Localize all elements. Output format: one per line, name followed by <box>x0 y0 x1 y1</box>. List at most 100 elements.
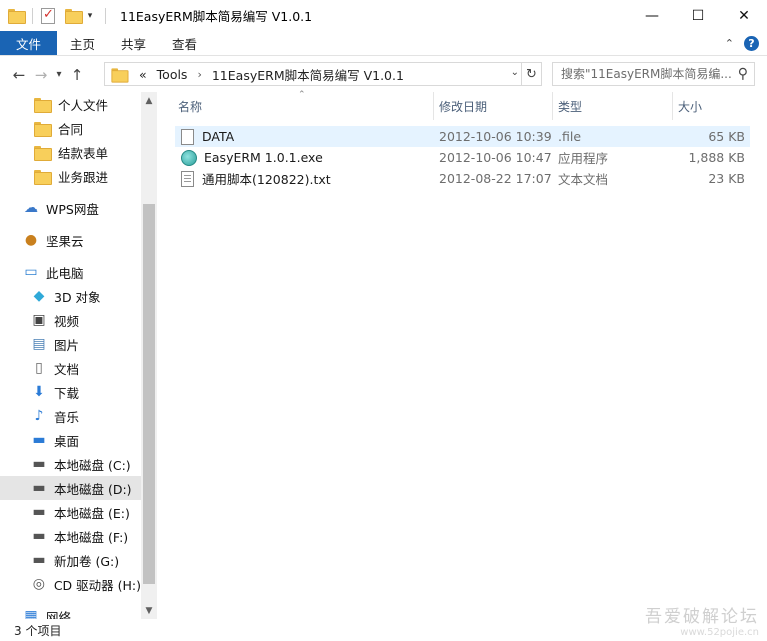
properties-icon[interactable] <box>41 7 55 24</box>
sidebar-item-wps-drive[interactable]: ☁ WPS网盘 <box>0 196 141 220</box>
column-header-name[interactable]: 名称 <box>178 92 428 120</box>
table-row[interactable]: 通用脚本(120822).txt 2012-08-22 17:07 文本文档 2… <box>175 168 750 189</box>
watermark-url: www.52pojie.cn <box>680 627 759 638</box>
folder-icon <box>8 9 26 24</box>
watermark: 吾爱破解论坛 www.52pojie.cn <box>645 607 759 639</box>
chevron-right-icon[interactable]: › <box>197 68 201 81</box>
back-arrow-icon[interactable]: ← <box>8 66 30 84</box>
new-folder-icon[interactable] <box>65 9 83 24</box>
chevron-up-icon[interactable]: ⌃ <box>725 37 734 50</box>
table-row[interactable]: EasyERM 1.0.1.exe 2012-10-06 10:47 应用程序 … <box>175 147 750 168</box>
file-date: 2012-10-06 10:47 <box>439 150 552 165</box>
maximize-button[interactable]: ☐ <box>675 0 721 31</box>
search-input[interactable] <box>561 67 731 81</box>
customize-toolbar-dropdown[interactable]: ▾ <box>83 11 97 21</box>
nut-icon: ● <box>24 232 38 248</box>
tab-view[interactable]: 查看 <box>159 31 210 55</box>
sidebar-item-business-followup[interactable]: 业务跟进 <box>0 164 141 188</box>
sidebar-item-label: WPS网盘 <box>46 201 99 217</box>
file-name: EasyERM 1.0.1.exe <box>204 150 323 165</box>
sidebar-item-videos[interactable]: ▣ 视频 <box>0 308 141 332</box>
sidebar-item-label: 结款表单 <box>58 145 109 161</box>
sidebar-item-label: 此电脑 <box>46 265 84 281</box>
network-icon: ▦ <box>24 608 38 619</box>
scroll-down-icon[interactable]: ▼ <box>141 602 157 619</box>
scroll-up-icon[interactable]: ▲ <box>141 92 157 109</box>
quick-access-toolbar: ▾ <box>0 0 112 31</box>
sidebar-item-label: 合同 <box>58 121 84 137</box>
sidebar-item-desktop[interactable]: ▬ 桌面 <box>0 428 141 452</box>
table-row[interactable]: DATA 2012-10-06 10:39 .file 65 KB <box>175 126 750 147</box>
sidebar-item-label: 网络 <box>46 609 72 620</box>
computer-icon: ▭ <box>24 264 38 280</box>
tab-share[interactable]: 共享 <box>108 31 159 55</box>
sidebar-item-pictures[interactable]: ▤ 图片 <box>0 332 141 356</box>
file-date: 2012-08-22 17:07 <box>439 171 552 186</box>
desktop-icon: ▬ <box>32 432 46 448</box>
sidebar-item-music[interactable]: ♪ 音乐 <box>0 404 141 428</box>
sidebar-item-3d-objects[interactable]: ◆ 3D 对象 <box>0 284 141 308</box>
nav-scrollbar[interactable]: ▲ ▼ <box>141 92 157 619</box>
file-type: .file <box>558 129 582 144</box>
help-icon[interactable]: ? <box>744 35 759 51</box>
file-date: 2012-10-06 10:39 <box>439 129 552 144</box>
recent-locations-dropdown[interactable]: ▾ <box>52 69 66 80</box>
file-type: 文本文档 <box>558 172 609 187</box>
search-box[interactable]: ⚲ <box>552 62 755 86</box>
sidebar-item-label: CD 驱动器 (H:) <box>53 577 141 593</box>
close-button[interactable]: ✕ <box>721 0 767 31</box>
folder-icon <box>34 121 52 137</box>
drive-icon: ▬ <box>32 456 46 472</box>
column-divider[interactable] <box>552 92 553 120</box>
chevron-down-icon[interactable]: ⌄ <box>511 67 519 78</box>
breadcrumb-tools[interactable]: Tools <box>157 67 188 82</box>
sidebar-item-label: 业务跟进 <box>58 169 109 185</box>
refresh-icon[interactable]: ↻ <box>521 63 541 85</box>
window-title: 11EasyERM脚本简易编写 V1.0.1 <box>120 9 313 24</box>
item-count: 3 个项目 <box>14 623 62 638</box>
forward-arrow-icon[interactable]: → <box>30 66 52 84</box>
file-list: ⌃ 名称 修改日期 类型 大小 DATA 2012-10-06 10:39 .f… <box>160 90 767 619</box>
file-name: 通用脚本(120822).txt <box>202 172 331 187</box>
column-header-date[interactable]: 修改日期 <box>439 92 549 120</box>
sidebar-item-jianguoyun[interactable]: ● 坚果云 <box>0 228 141 252</box>
cube-icon: ◆ <box>33 288 45 304</box>
sidebar-item-label: 本地磁盘 (E:) <box>54 505 130 521</box>
minimize-button[interactable]: — <box>629 0 675 31</box>
sidebar-item-contracts[interactable]: 合同 <box>0 116 141 140</box>
drive-icon: ▬ <box>32 528 46 544</box>
sidebar-item-drive-f[interactable]: ▬ 本地磁盘 (F:) <box>0 524 141 548</box>
sidebar-item-downloads[interactable]: ⬇ 下载 <box>0 380 141 404</box>
navigation-bar: ← → ▾ ↑ « Tools › 11EasyERM脚本简易编写 V1.0.1… <box>0 57 767 92</box>
sidebar-item-cd-drive-h[interactable]: ◎ CD 驱动器 (H:) <box>0 572 141 596</box>
search-icon[interactable]: ⚲ <box>738 66 748 82</box>
column-header-type[interactable]: 类型 <box>558 92 668 120</box>
sidebar-item-this-pc[interactable]: ▭ 此电脑 <box>0 260 141 284</box>
column-header-size[interactable]: 大小 <box>678 92 748 120</box>
file-size: 1,888 KB <box>688 150 745 165</box>
sidebar-item-drive-d[interactable]: ▬ 本地磁盘 (D:) <box>0 476 141 500</box>
sidebar-item-label: 音乐 <box>54 409 80 425</box>
address-bar[interactable]: « Tools › 11EasyERM脚本简易编写 V1.0.1 ⌄ ↻ <box>104 62 542 86</box>
sidebar-item-drive-e[interactable]: ▬ 本地磁盘 (E:) <box>0 500 141 524</box>
up-arrow-icon[interactable]: ↑ <box>66 66 88 84</box>
sidebar-item-drive-c[interactable]: ▬ 本地磁盘 (C:) <box>0 452 141 476</box>
sidebar-item-network[interactable]: ▦ 网络 <box>0 604 141 619</box>
scrollbar-thumb[interactable] <box>143 204 155 584</box>
cd-drive-icon: ◎ <box>32 576 46 592</box>
sidebar-item-documents[interactable]: ▯ 文档 <box>0 356 141 380</box>
tab-home[interactable]: 主页 <box>57 31 108 55</box>
title-bar: ▾ 11EasyERM脚本简易编写 V1.0.1 — ☐ ✕ <box>0 0 767 31</box>
sidebar-item-personal-files[interactable]: 个人文件 <box>0 92 141 116</box>
folder-icon <box>34 97 52 113</box>
column-divider[interactable] <box>433 92 434 120</box>
breadcrumb-current[interactable]: 11EasyERM脚本简易编写 V1.0.1 <box>212 65 404 84</box>
sidebar-item-label: 本地磁盘 (F:) <box>54 529 129 545</box>
tab-file[interactable]: 文件 <box>0 31 58 55</box>
breadcrumb-overflow[interactable]: « <box>139 67 147 82</box>
sidebar-item-payment-forms[interactable]: 结款表单 <box>0 140 141 164</box>
folder-icon <box>34 169 52 185</box>
column-divider[interactable] <box>672 92 673 120</box>
drive-icon: ▬ <box>32 504 46 520</box>
sidebar-item-drive-g[interactable]: ▬ 新加卷 (G:) <box>0 548 141 572</box>
